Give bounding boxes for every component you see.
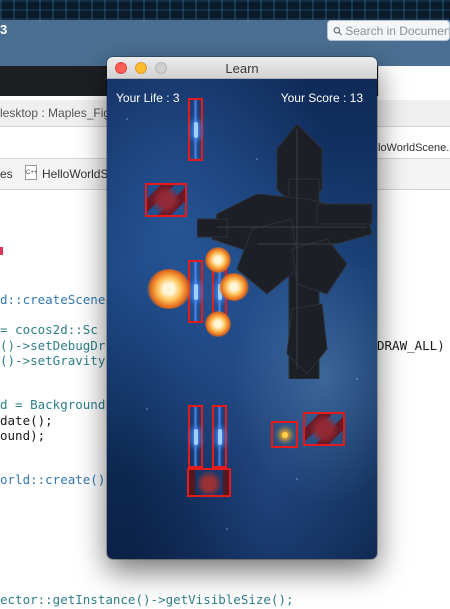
bullet-hitbox [188,405,203,468]
path-bar-text: lesktop : Maples_Fig [0,106,111,120]
jump-bar-filename[interactable]: loWorldScene.c [378,142,450,154]
code-line: ()->setDebugDr [0,338,106,353]
explosion [219,273,249,301]
code-line: ound); [0,428,46,443]
explosion [205,311,231,337]
bullet-hitbox [212,405,227,468]
code-line: ()->setGravity [0,353,106,368]
code-line: DRAW_ALL) [377,338,445,353]
game-window: Learn Your Life : 3 Your Score : 13 [107,57,377,559]
powerup-hitbox [271,421,298,448]
search-icon [333,26,342,35]
enemy-ship-hitbox [303,412,345,446]
jump-bar-group[interactable]: es [0,167,13,181]
code-line: d = Background [0,397,106,412]
explosion [205,247,231,273]
window-titlebar[interactable]: Learn [107,57,377,79]
desktop-background [0,0,450,20]
bullet-hitbox [188,98,203,161]
window-title: Learn [225,61,259,76]
jump-bar-file[interactable]: HelloWorldS [42,167,108,181]
ide-toolbar-title: 3 [0,22,8,37]
code-line: date(); [0,413,53,428]
game-canvas[interactable]: Your Life : 3 Your Score : 13 [107,79,377,559]
code-line: ector::getInstance()->getVisibleSize(); [0,592,294,607]
cpp-file-icon: C++ [25,165,37,180]
life-counter: Your Life : 3 [116,91,180,105]
code-line: d::createScene [0,292,106,307]
error-marker [0,247,3,255]
enemy-ship-hitbox [145,183,187,217]
search-field[interactable]: Search in Documentation [327,20,450,41]
explosion [147,269,191,309]
code-line: = cocos2d::Sc [0,322,98,337]
player-ship-hitbox [187,468,231,497]
code-line: orld::create() [0,472,106,487]
ide-panel-right [378,66,450,96]
search-placeholder: Search in Documentation [345,23,449,38]
score-counter: Your Score : 13 [280,91,363,105]
